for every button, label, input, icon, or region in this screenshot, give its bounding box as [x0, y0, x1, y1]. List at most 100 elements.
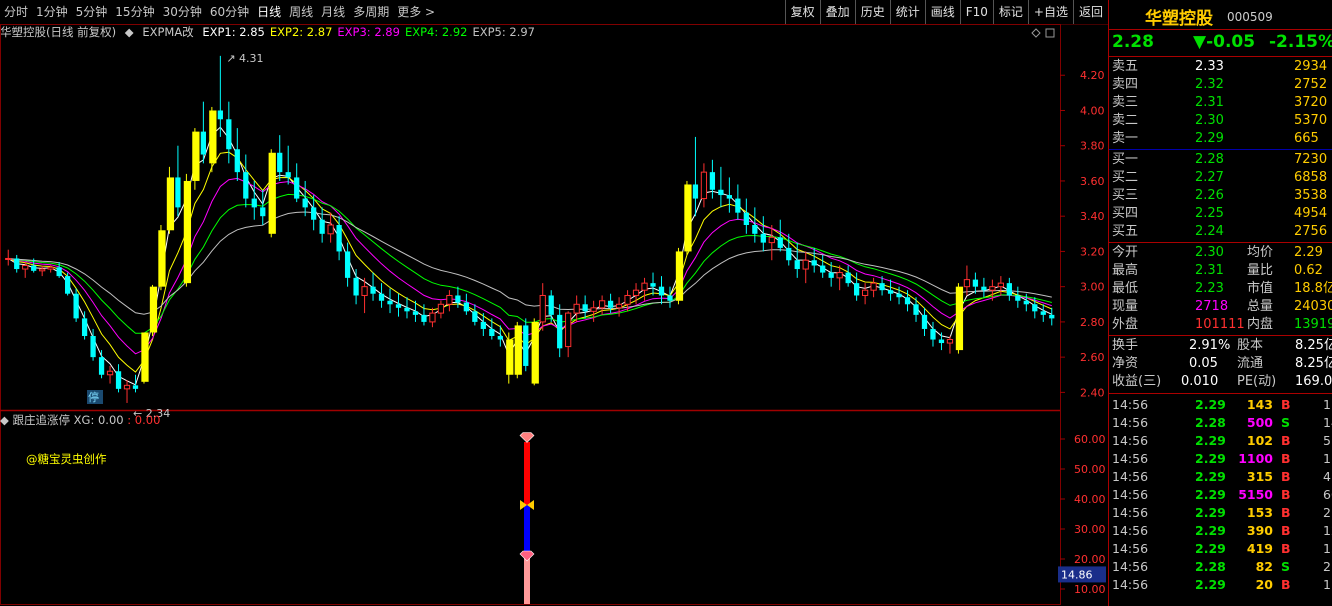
- tick-time: 14:56: [1112, 505, 1149, 520]
- stat-value: 0.05: [1189, 356, 1218, 371]
- tick-time: 14:56: [1112, 541, 1149, 556]
- period-tab[interactable]: 5分钟: [72, 0, 112, 24]
- tick-time: 14:56: [1112, 559, 1149, 574]
- tick-side: B: [1281, 433, 1291, 448]
- indicator-axis-label: 20.00: [1074, 553, 1106, 566]
- period-tab[interactable]: 更多 >: [393, 0, 439, 24]
- candle: [675, 247, 684, 305]
- tick-count: 2: [1323, 505, 1331, 520]
- period-tab[interactable]: 30分钟: [159, 0, 206, 24]
- period-tab[interactable]: 日线: [253, 0, 285, 24]
- period-tabs: 分时 1分钟 5分钟 15分钟 30分钟 60分钟 日线 周线 月线 多周期 更多 >: [0, 0, 439, 24]
- tool-buttons: 复权 叠加 历史 统计 画线 F10 标记 +自选 返回: [784, 0, 1108, 24]
- tool-button[interactable]: F10: [959, 0, 993, 24]
- ask-row: 卖四 2.32 2752: [1109, 76, 1332, 94]
- stat-value: 0.62: [1294, 263, 1323, 278]
- price-axis-label: 4.00: [1080, 104, 1105, 117]
- maximize-icon[interactable]: [1045, 28, 1055, 38]
- stat-value: 2.30: [1195, 245, 1224, 260]
- candle: [327, 212, 334, 243]
- candle: [811, 247, 817, 273]
- period-tab[interactable]: 1分钟: [32, 0, 72, 24]
- tick-price: 2.28: [1195, 559, 1226, 574]
- candle: [336, 216, 342, 261]
- stat-label: 最低: [1112, 281, 1139, 296]
- price-axis-label: 3.20: [1080, 245, 1105, 258]
- candle: [73, 288, 79, 322]
- svg-text:14.86: 14.86: [1061, 568, 1093, 581]
- period-tab[interactable]: 15分钟: [111, 0, 158, 24]
- candle: [404, 297, 410, 319]
- tool-button[interactable]: 叠加: [819, 0, 855, 24]
- tool-button[interactable]: 返回: [1072, 0, 1108, 24]
- candle: [234, 128, 240, 181]
- indicator-title[interactable]: 跟庄追涨停: [13, 413, 71, 427]
- period-tab[interactable]: 月线: [317, 0, 349, 24]
- candle: [463, 293, 470, 315]
- ask-label: 卖五: [1112, 59, 1139, 74]
- tick-volume: 20: [1255, 577, 1273, 592]
- period-tab[interactable]: 周线: [285, 0, 317, 24]
- stat-row: 今开 2.30 均价 2.29: [1109, 244, 1332, 262]
- candle: [582, 295, 588, 319]
- candle: [209, 106, 217, 173]
- indicator-legend: ◆ 跟庄追涨停 XG: 0.00 : 0.00: [0, 412, 160, 428]
- ask-label: 卖三: [1112, 95, 1139, 110]
- candle: [1049, 307, 1055, 326]
- candle: [437, 300, 445, 319]
- tool-button[interactable]: 画线: [924, 0, 960, 24]
- svg-text:停: 停: [88, 390, 99, 404]
- tick-row: 14:56 2.29 419 B 15: [1109, 540, 1332, 558]
- bid-label: 买一: [1112, 152, 1139, 167]
- candle: [277, 135, 283, 181]
- tool-button[interactable]: +自选: [1027, 0, 1073, 24]
- current-value-marker: 14.86: [1058, 566, 1106, 583]
- candle: [743, 198, 749, 234]
- candlestick-chart[interactable]: 4.20 4.00 3.80 3.60 3.40 3.20 3.00 2.80 2.60 2.40…: [0, 24, 1108, 606]
- candle: [531, 318, 539, 386]
- ask-row: 卖三 2.31 3720: [1109, 94, 1332, 112]
- candle: [200, 101, 207, 164]
- period-tab[interactable]: 分时: [0, 0, 32, 24]
- tick-row: 14:56 2.28 500 S 14: [1109, 414, 1332, 432]
- candle: [981, 277, 987, 298]
- tick-side: S: [1281, 415, 1291, 430]
- candle: [938, 332, 945, 351]
- tool-button[interactable]: 标记: [992, 0, 1028, 24]
- tick-time: 14:56: [1112, 523, 1149, 538]
- stat-value: 2.31: [1195, 263, 1224, 278]
- candle: [820, 254, 826, 278]
- tool-button[interactable]: 历史: [854, 0, 890, 24]
- candle: [115, 364, 122, 393]
- candle: [887, 279, 894, 301]
- high-annotation: ↗ 4.31: [226, 52, 263, 65]
- indicator-toggle-icon[interactable]: ◆: [0, 413, 9, 427]
- ask-price: 2.29: [1195, 131, 1224, 146]
- ask-volume: 5370: [1294, 113, 1328, 128]
- stat-value: 2.23: [1195, 281, 1224, 296]
- tick-volume: 143: [1246, 397, 1273, 412]
- stat-row: 换手 2.91% 股本 8.25亿: [1109, 337, 1332, 355]
- price-axis-label: 3.40: [1080, 210, 1105, 223]
- period-tab[interactable]: 60分钟: [206, 0, 253, 24]
- bid-volume: 7230: [1294, 152, 1328, 167]
- tick-volume: 5150: [1238, 487, 1273, 502]
- bid-row: 买三 2.26 3538: [1109, 187, 1332, 205]
- candle: [726, 177, 733, 213]
- tick-row: 14:56 2.29 20 B 1: [1109, 576, 1332, 594]
- candle: [370, 272, 376, 301]
- tick-count: 12: [1323, 523, 1332, 538]
- tick-count: 4: [1323, 469, 1331, 484]
- candle: [590, 300, 597, 322]
- tool-button[interactable]: 统计: [889, 0, 925, 24]
- candle: [752, 207, 758, 243]
- candle: [930, 321, 936, 347]
- diamond-icon[interactable]: [1031, 28, 1041, 38]
- tick-price: 2.29: [1195, 469, 1226, 484]
- tick-side: B: [1281, 523, 1291, 538]
- bid-label: 买二: [1112, 170, 1139, 185]
- tool-button[interactable]: 复权: [784, 0, 820, 24]
- tick-row: 14:56 2.29 315 B 4: [1109, 468, 1332, 486]
- stat-label: 内盘: [1247, 317, 1274, 332]
- period-tab[interactable]: 多周期: [349, 0, 393, 24]
